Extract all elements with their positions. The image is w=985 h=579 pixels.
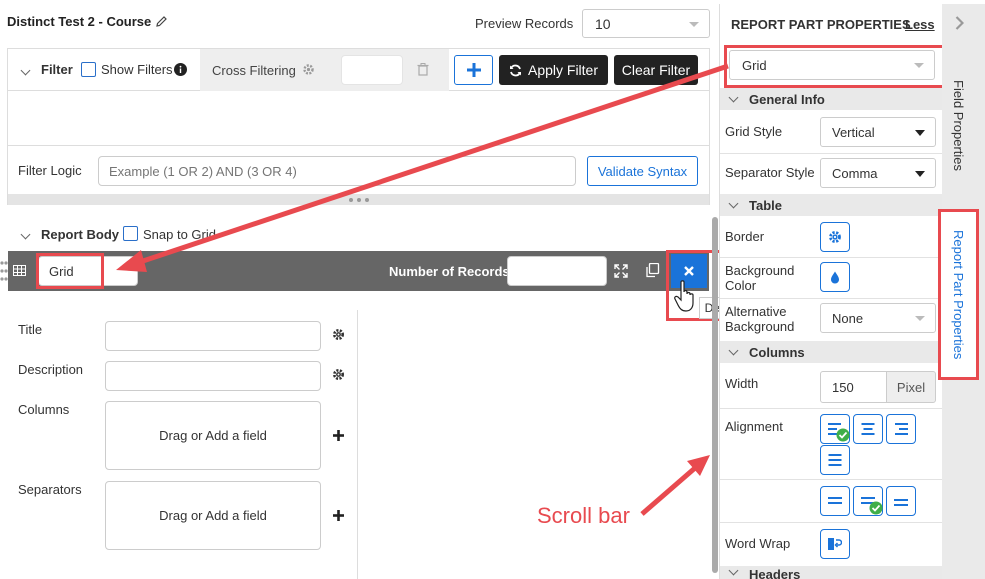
arrow-part-type-to-grid <box>139 63 729 265</box>
annotation-arrows <box>116 63 729 516</box>
arrow-scroll-bar <box>640 466 697 516</box>
arrowhead-grid <box>116 250 147 272</box>
